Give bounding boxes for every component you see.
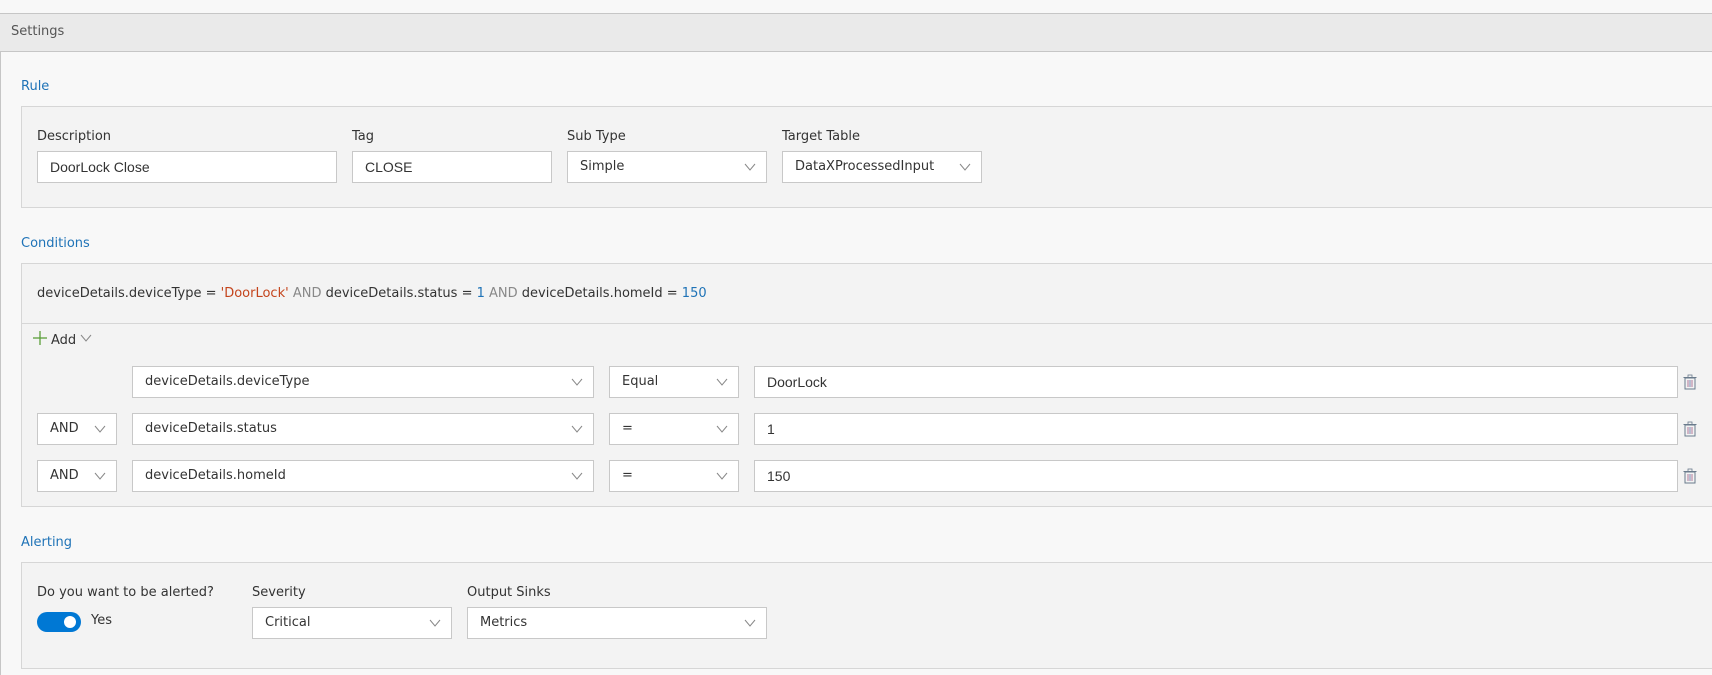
query-part: deviceDetails.deviceType = [37, 286, 221, 301]
chevron-down-icon [716, 470, 728, 482]
chevron-down-icon [429, 617, 441, 629]
condition-operator-value: = [622, 468, 633, 483]
query-keyword: AND [288, 286, 326, 301]
condition-value-input[interactable]: 150 [754, 460, 1678, 492]
output-sinks-label: Output Sinks [467, 585, 551, 600]
query-string-value: 'DoorLock' [220, 286, 289, 301]
chevron-down-icon [744, 617, 756, 629]
severity-label: Severity [252, 585, 306, 600]
target-table-dropdown[interactable]: DataXProcessedInput [782, 151, 982, 183]
sub-type-label: Sub Type [567, 129, 626, 144]
output-sinks-value: Metrics [480, 615, 528, 630]
alert-toggle-label: Yes [91, 613, 112, 628]
condition-operator-value: = [622, 421, 633, 436]
conjunction-dropdown[interactable]: AND [37, 460, 117, 492]
conjunction-value: AND [50, 421, 79, 436]
conjunction-value: AND [50, 468, 79, 483]
chevron-down-icon [94, 470, 106, 482]
condition-field-value: deviceDetails.status [145, 421, 277, 436]
add-condition-button[interactable]: Add [33, 331, 92, 349]
conditions-section-title: Conditions [21, 236, 90, 251]
condition-operator-value: Equal [622, 374, 659, 389]
query-part: deviceDetails.status = [325, 286, 477, 301]
left-border [0, 13, 1, 675]
settings-header: Settings [0, 13, 1712, 52]
severity-value: Critical [265, 615, 311, 630]
output-sinks-dropdown[interactable]: Metrics [467, 607, 767, 639]
chevron-down-icon [959, 161, 971, 173]
tag-label: Tag [352, 129, 375, 144]
condition-query-preview: deviceDetails.deviceType = 'DoorLock' AN… [37, 286, 707, 301]
alert-question-label: Do you want to be alerted? [37, 585, 214, 600]
toggle-knob [64, 616, 76, 628]
trash-icon [1683, 468, 1697, 484]
rule-section-title: Rule [21, 79, 50, 94]
condition-operator-dropdown[interactable]: Equal [609, 366, 739, 398]
sub-type-dropdown[interactable]: Simple [567, 151, 767, 183]
target-table-label: Target Table [782, 129, 860, 144]
trash-icon [1683, 374, 1697, 390]
settings-title: Settings [11, 24, 65, 39]
query-part: deviceDetails.homeId = [521, 286, 682, 301]
delete-condition-button[interactable] [1683, 468, 1697, 484]
delete-condition-button[interactable] [1683, 374, 1697, 390]
alerting-section-title: Alerting [21, 535, 73, 550]
trash-icon [1683, 421, 1697, 437]
chevron-down-icon [744, 161, 756, 173]
query-keyword: AND [484, 286, 522, 301]
chevron-down-icon [94, 423, 106, 435]
tag-input[interactable]: CLOSE [352, 151, 552, 183]
chevron-down-icon [571, 423, 583, 435]
add-label: Add [51, 332, 77, 348]
condition-field-value: deviceDetails.deviceType [145, 374, 310, 389]
alert-toggle[interactable] [37, 612, 81, 632]
condition-field-dropdown[interactable]: deviceDetails.deviceType [132, 366, 594, 398]
chevron-down-icon [571, 470, 583, 482]
condition-operator-dropdown[interactable]: = [609, 413, 739, 445]
chevron-down-icon [716, 423, 728, 435]
chevron-down-icon [716, 376, 728, 388]
condition-field-dropdown[interactable]: deviceDetails.status [132, 413, 594, 445]
conjunction-dropdown[interactable]: AND [37, 413, 117, 445]
sub-type-value: Simple [580, 159, 625, 174]
condition-field-dropdown[interactable]: deviceDetails.homeId [132, 460, 594, 492]
target-table-value: DataXProcessedInput [795, 159, 935, 174]
condition-field-value: deviceDetails.homeId [145, 468, 286, 483]
plus-icon [33, 331, 47, 349]
chevron-down-icon [80, 332, 92, 348]
chevron-down-icon [571, 376, 583, 388]
condition-value-input[interactable]: DoorLock [754, 366, 1678, 398]
description-label: Description [37, 129, 112, 144]
condition-value-input[interactable]: 1 [754, 413, 1678, 445]
delete-condition-button[interactable] [1683, 421, 1697, 437]
query-number-value: 150 [681, 286, 707, 301]
description-input[interactable]: DoorLock Close [37, 151, 337, 183]
condition-operator-dropdown[interactable]: = [609, 460, 739, 492]
query-number-value: 1 [476, 286, 485, 301]
conditions-divider [22, 323, 1712, 324]
severity-dropdown[interactable]: Critical [252, 607, 452, 639]
